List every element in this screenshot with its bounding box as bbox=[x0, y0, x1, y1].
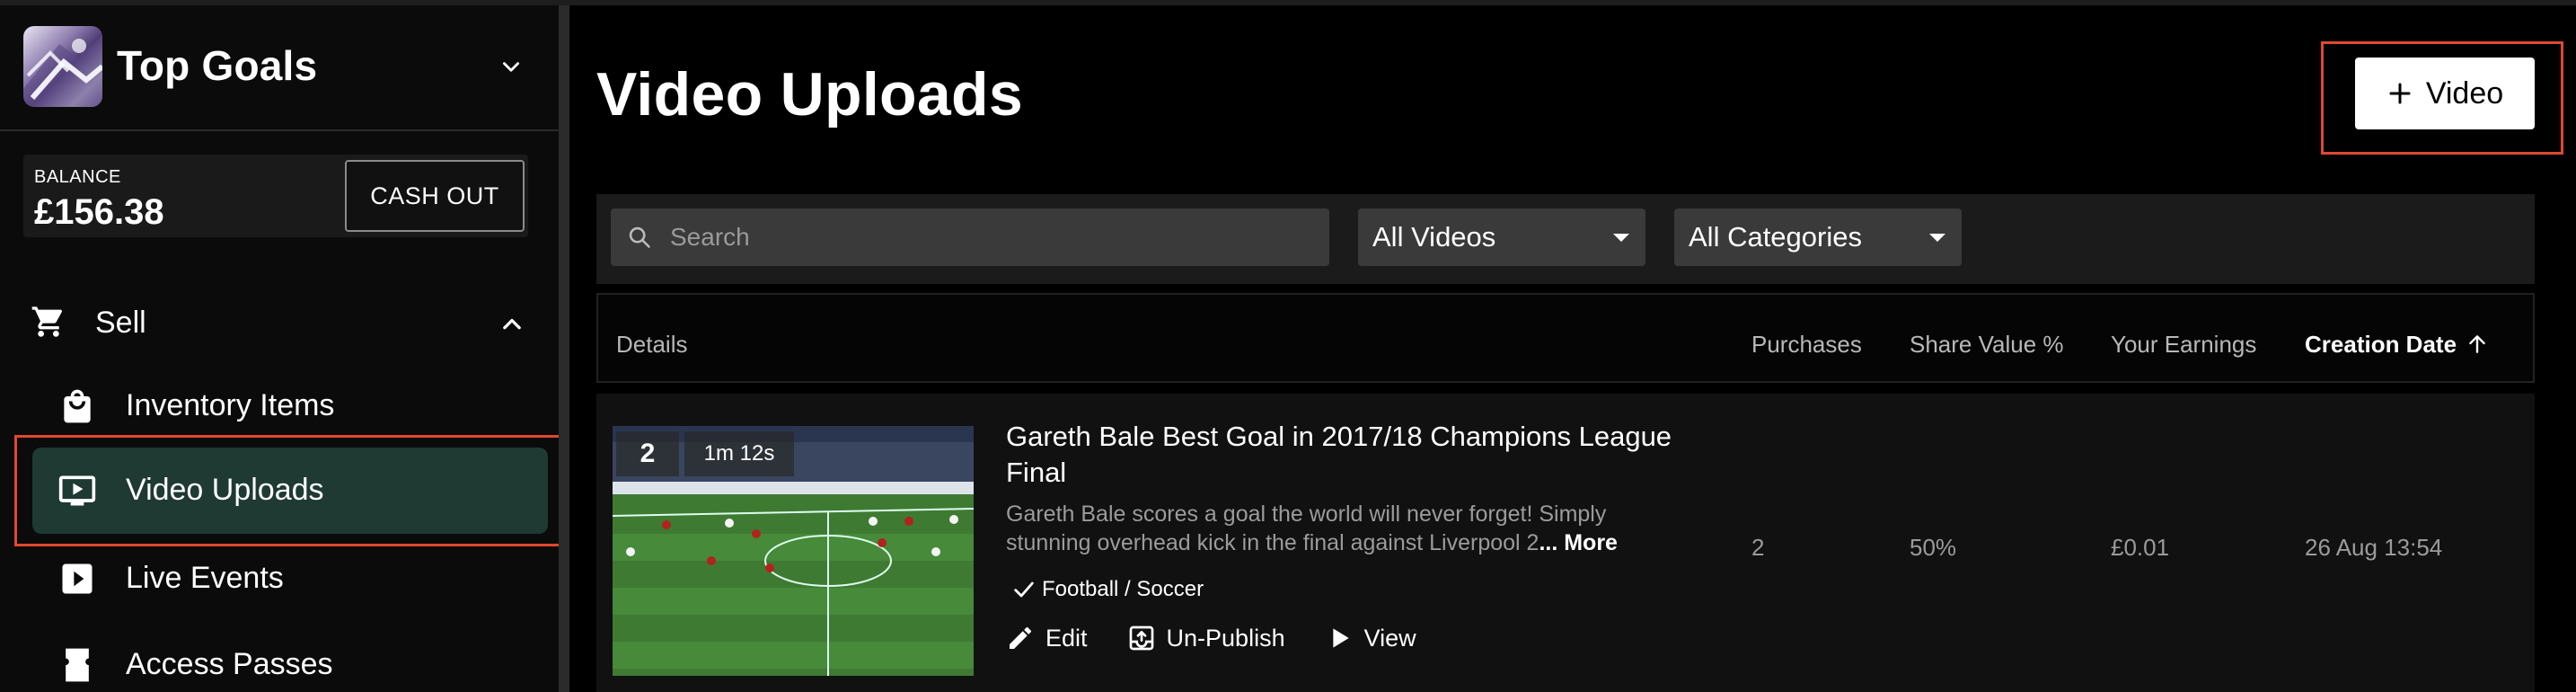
search-box[interactable] bbox=[611, 208, 1329, 266]
column-header-details: Details bbox=[616, 331, 688, 358]
table-header: Details Purchases Share Value % Your Ear… bbox=[596, 293, 2535, 383]
nav-section-label: Sell bbox=[95, 306, 146, 340]
arrow-up-icon bbox=[2469, 335, 2485, 353]
video-filter-value: All Videos bbox=[1372, 221, 1496, 253]
highlight-frame bbox=[14, 435, 569, 546]
balance-label: BALANCE bbox=[34, 167, 121, 187]
creation-date-cell: 26 Aug 13:54 bbox=[2305, 534, 2443, 561]
unpublish-button[interactable]: Un-Publish bbox=[1127, 624, 1285, 652]
sidebar-item-label: Access Passes bbox=[126, 647, 333, 681]
sidebar-item-label: Inventory Items bbox=[126, 388, 335, 422]
balance-card: BALANCE £156.38 CASH OUT bbox=[23, 155, 528, 237]
video-description-text: Gareth Bale scores a goal the world will… bbox=[1006, 501, 1607, 555]
more-link[interactable]: ... More bbox=[1539, 530, 1618, 555]
sidebar-item-access-passes[interactable]: Access Passes bbox=[32, 622, 548, 692]
main-content: Video Uploads Video All Videos All Categ… bbox=[569, 5, 2576, 692]
check-icon bbox=[1014, 581, 1034, 598]
video-filter-select[interactable]: All Videos bbox=[1358, 208, 1645, 266]
unpublish-label: Un-Publish bbox=[1166, 624, 1285, 652]
nav-section-sell[interactable]: Sell bbox=[0, 289, 559, 358]
bag-icon bbox=[64, 389, 91, 423]
category-filter-value: All Categories bbox=[1689, 221, 1862, 253]
caret-down-icon bbox=[1613, 234, 1629, 242]
column-header-purchases[interactable]: Purchases bbox=[1751, 331, 1862, 359]
play-icon bbox=[1332, 628, 1349, 648]
column-header-share-value[interactable]: Share Value % bbox=[1910, 331, 2064, 359]
column-header-label: Creation Date bbox=[2305, 331, 2457, 358]
video-category: Football / Soccer bbox=[1011, 577, 1204, 602]
video-category-label: Football / Soccer bbox=[1042, 577, 1204, 601]
earnings-cell: £0.01 bbox=[2111, 534, 2170, 561]
sidebar-item-label: Live Events bbox=[126, 561, 284, 595]
video-thumbnail[interactable]: 2 1m 12s bbox=[613, 426, 974, 679]
sidebar: Top Goals BALANCE £156.38 CASH OUT Sell … bbox=[0, 5, 559, 692]
cash-out-button[interactable]: CASH OUT bbox=[345, 160, 525, 232]
row-actions: Edit Un-Publish View bbox=[1006, 624, 1416, 652]
sidebar-scrollbar[interactable] bbox=[559, 5, 569, 692]
search-input[interactable] bbox=[670, 219, 1299, 255]
search-icon bbox=[629, 226, 650, 248]
unpublish-icon bbox=[1129, 625, 1153, 651]
purchases-cell: 2 bbox=[1751, 534, 1765, 561]
video-duration-badge: 1m 12s bbox=[684, 431, 794, 476]
view-label: View bbox=[1363, 624, 1416, 652]
chevron-down-icon[interactable] bbox=[499, 56, 523, 79]
share-value-cell: 50% bbox=[1910, 534, 1957, 561]
workspace-logo bbox=[23, 26, 102, 107]
filter-bar: All Videos All Categories bbox=[596, 194, 2535, 284]
sidebar-item-live-events[interactable]: Live Events bbox=[32, 536, 548, 622]
workspace-switcher[interactable]: Top Goals bbox=[0, 5, 559, 129]
category-filter-select[interactable]: All Categories bbox=[1674, 208, 1962, 266]
video-count-badge: 2 bbox=[616, 431, 679, 476]
balance-value: £156.38 bbox=[34, 192, 164, 232]
page-title: Video Uploads bbox=[596, 60, 1023, 129]
play-box-icon bbox=[62, 563, 93, 594]
divider bbox=[0, 129, 559, 131]
ticket-icon bbox=[66, 648, 89, 682]
video-description: Gareth Bale scores a goal the world will… bbox=[1006, 500, 1689, 557]
edit-label: Edit bbox=[1045, 624, 1088, 652]
edit-button[interactable]: Edit bbox=[1006, 624, 1088, 652]
add-video-button[interactable]: Video bbox=[2355, 58, 2535, 129]
column-header-creation-date[interactable]: Creation Date bbox=[2305, 331, 2489, 359]
view-button[interactable]: View bbox=[1325, 624, 1416, 652]
chevron-up-icon[interactable] bbox=[499, 311, 525, 336]
workspace-name: Top Goals bbox=[117, 42, 318, 89]
caret-down-icon bbox=[1929, 234, 1945, 242]
pencil-icon bbox=[1010, 626, 1032, 649]
video-title[interactable]: Gareth Bale Best Goal in 2017/18 Champio… bbox=[1006, 419, 1689, 491]
column-header-earnings[interactable]: Your Earnings bbox=[2111, 331, 2256, 359]
table-row: 2 1m 12s Gareth Bale Best Goal in 2017/1… bbox=[596, 394, 2535, 692]
cart-icon bbox=[31, 306, 63, 337]
plus-icon bbox=[2389, 83, 2411, 104]
add-video-label: Video bbox=[2425, 75, 2504, 111]
